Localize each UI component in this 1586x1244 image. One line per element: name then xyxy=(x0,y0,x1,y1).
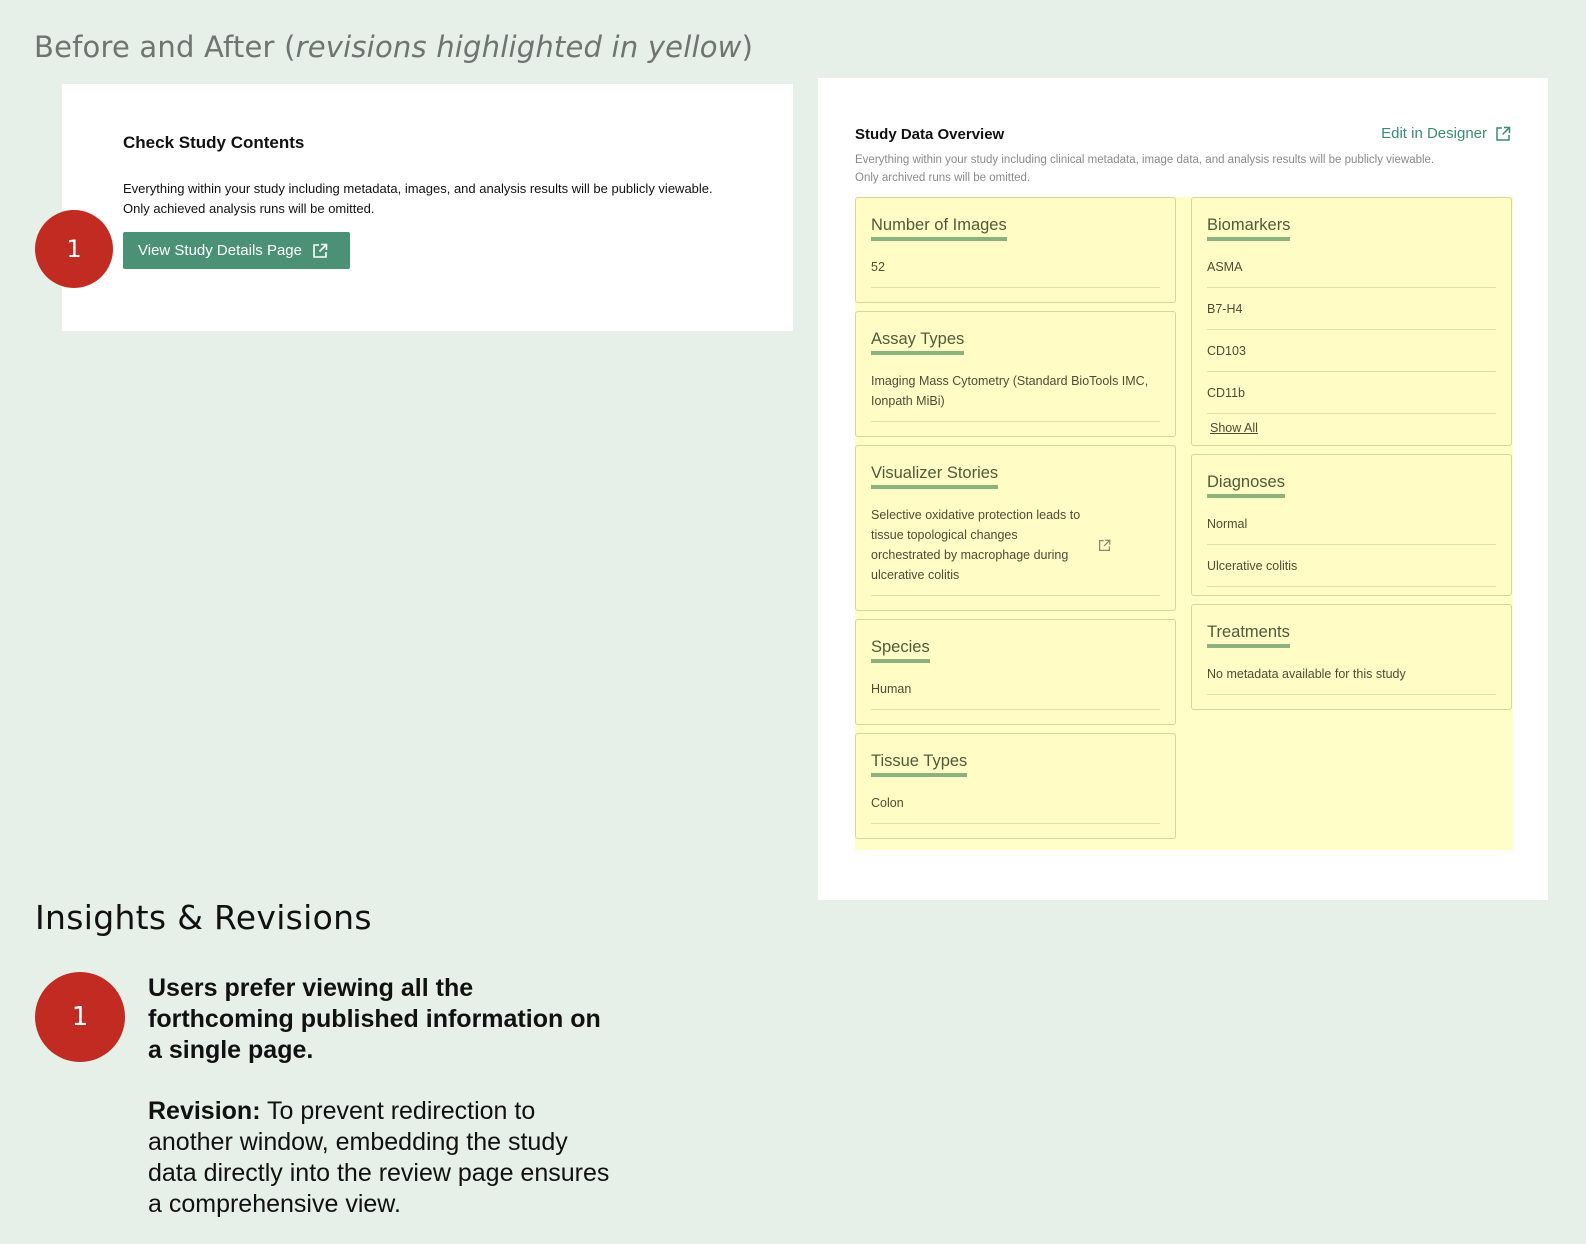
story-item[interactable]: Selective oxidative protection leads to … xyxy=(871,494,1160,596)
panel-title: Treatments xyxy=(1207,621,1290,648)
edit-in-designer-link[interactable]: Edit in Designer xyxy=(1381,125,1511,142)
insight-number-badge: 1 xyxy=(35,972,125,1062)
after-title: Study Data Overview xyxy=(855,126,1005,143)
panel-title: Number of Images xyxy=(871,214,1007,241)
list-item: Human xyxy=(871,668,1160,710)
before-title: Check Study Contents xyxy=(123,133,305,152)
list-item: No metadata available for this study xyxy=(1207,653,1496,695)
insights-title: Insights & Revisions xyxy=(35,898,372,937)
revision-number-badge: 1 xyxy=(35,210,113,288)
story-title: Selective oxidative protection leads to … xyxy=(871,508,1081,582)
list-item: CD11b xyxy=(1207,372,1496,414)
panel-title: Species xyxy=(871,636,930,663)
before-description: Everything within your study including m… xyxy=(123,181,713,216)
show-all-link[interactable]: Show All xyxy=(1207,414,1261,442)
panel-title: Diagnoses xyxy=(1207,471,1285,498)
panel-biomarkers: Biomarkers ASMA B7-H4 CD103 CD11b Show A… xyxy=(1191,197,1512,446)
panel-treatments: Treatments No metadata available for thi… xyxy=(1191,604,1512,710)
page-heading: Before and After (revisions highlighted … xyxy=(34,30,754,64)
panel-visualizer-stories: Visualizer Stories Selective oxidative p… xyxy=(855,445,1176,611)
list-item: CD103 xyxy=(1207,330,1496,372)
after-description: Everything within your study including c… xyxy=(855,154,1435,184)
revision-highlight-area: Number of Images 52 Assay Types Imaging … xyxy=(855,197,1513,850)
panel-diagnoses: Diagnoses Normal Ulcerative colitis xyxy=(1191,454,1512,596)
panel-title: Biomarkers xyxy=(1207,214,1291,241)
list-item: 52 xyxy=(871,246,1160,288)
list-item: ASMA xyxy=(1207,246,1496,288)
view-study-details-button[interactable]: View Study Details Page xyxy=(123,232,350,269)
external-link-icon[interactable] xyxy=(1098,539,1111,552)
panel-tissue-types: Tissue Types Colon xyxy=(855,733,1176,839)
panel-number-of-images: Number of Images 52 xyxy=(855,197,1176,303)
insight-headline: Users prefer viewing all the forthcoming… xyxy=(148,974,601,1064)
before-card: Check Study Contents Everything within y… xyxy=(62,84,793,331)
after-card: Study Data Overview Edit in Designer Eve… xyxy=(818,78,1548,900)
revision-label: Revision: xyxy=(148,1097,261,1125)
list-item: Ulcerative colitis xyxy=(1207,545,1496,587)
panel-title: Tissue Types xyxy=(871,750,968,777)
list-item: B7-H4 xyxy=(1207,288,1496,330)
revision-text: Revision: To prevent redirection to anot… xyxy=(148,1097,610,1218)
external-link-icon xyxy=(1495,126,1511,142)
panel-assay-types: Assay Types Imaging Mass Cytometry (Stan… xyxy=(855,311,1176,437)
list-item: Normal xyxy=(1207,503,1496,545)
external-link-icon xyxy=(312,243,328,259)
panel-title: Visualizer Stories xyxy=(871,462,999,489)
panel-title: Assay Types xyxy=(871,328,965,355)
list-item: Imaging Mass Cytometry (Standard BioTool… xyxy=(871,360,1160,422)
list-item: Colon xyxy=(871,782,1160,824)
panel-species: Species Human xyxy=(855,619,1176,725)
